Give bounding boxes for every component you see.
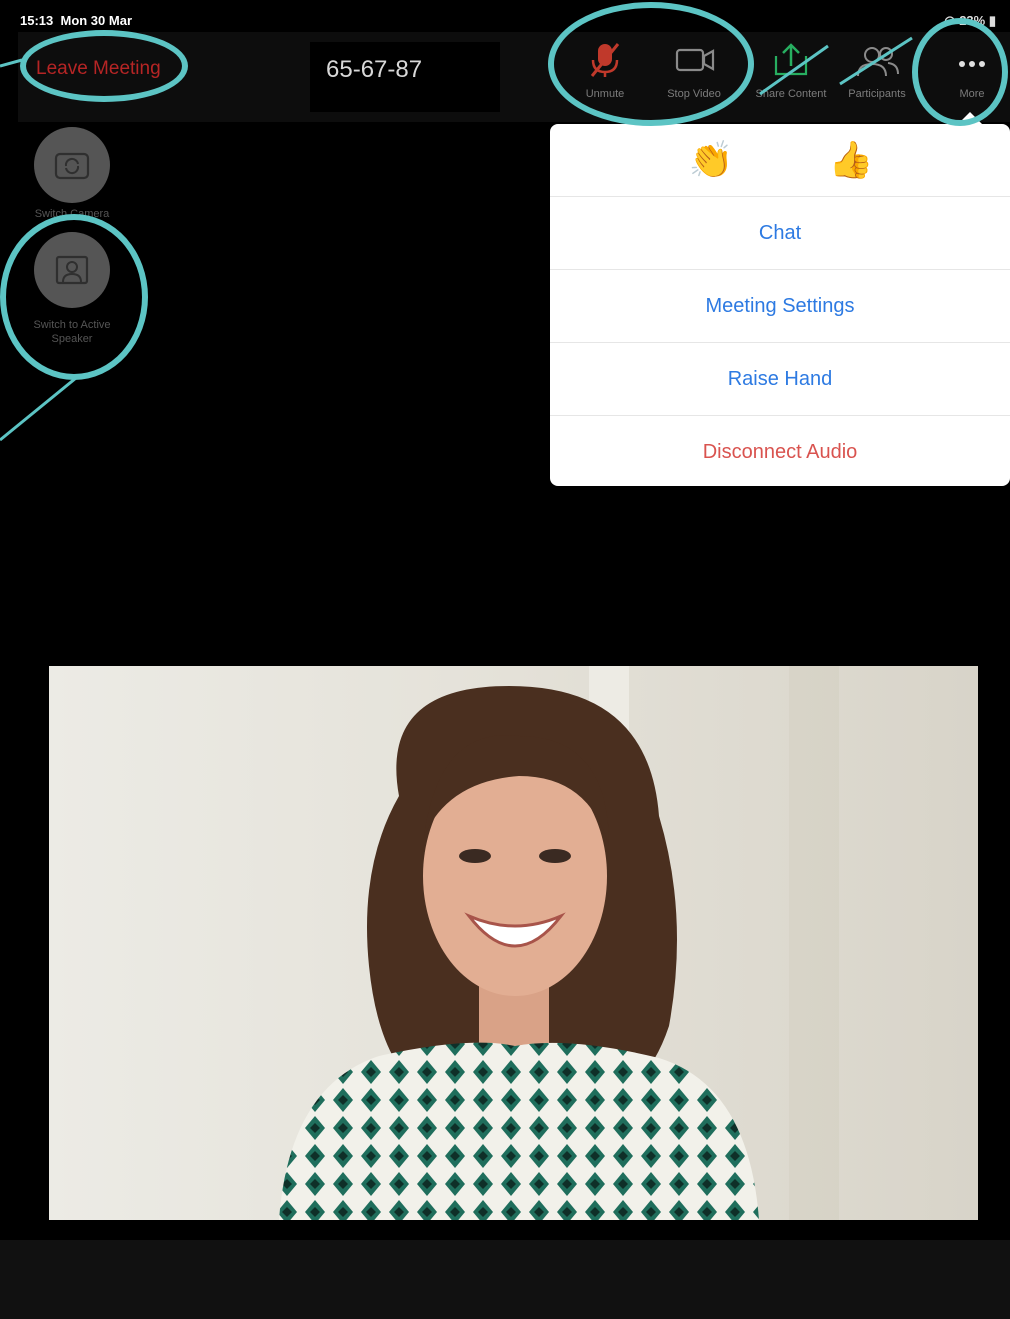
participant-video xyxy=(49,666,978,1220)
switch-camera-label: Switch Camera xyxy=(34,208,110,220)
status-bar: 15:13 Mon 30 Mar ◠ 23% ▮ xyxy=(0,10,1010,32)
more-menu: 👏 👍 Chat Meeting Settings Raise Hand Dis… xyxy=(550,124,1010,486)
leave-meeting-button[interactable]: Leave Meeting xyxy=(36,58,161,80)
participants-icon xyxy=(857,47,899,77)
switch-camera-button[interactable] xyxy=(34,127,110,203)
battery-text: 23% xyxy=(959,13,986,28)
bottom-strip xyxy=(0,1240,1010,1319)
active-speaker-icon xyxy=(55,255,89,285)
clapping-hands-icon[interactable]: 👏 xyxy=(686,136,736,184)
wifi-icon: ◠ xyxy=(944,13,956,28)
thumbs-up-icon[interactable]: 👍 xyxy=(826,136,876,184)
video-camera-icon xyxy=(675,48,715,72)
share-content-button[interactable]: Share Content xyxy=(748,40,834,104)
reactions-row: 👏 👍 xyxy=(550,124,1010,196)
mic-muted-icon xyxy=(590,43,620,77)
menu-pointer xyxy=(958,112,982,124)
menu-item-raise-hand[interactable]: Raise Hand xyxy=(550,342,1010,414)
switch-active-speaker-label: Switch to Active Speaker xyxy=(33,319,111,345)
stop-video-button[interactable]: Stop Video xyxy=(651,40,737,104)
meeting-id-display: 65-67-87 xyxy=(310,42,500,112)
more-dots-icon xyxy=(959,61,985,67)
status-indicators: ◠ 23% ▮ xyxy=(944,13,996,29)
battery-icon: ▮ xyxy=(988,13,996,28)
share-upload-icon xyxy=(774,43,808,76)
participants-button[interactable]: Participants xyxy=(834,40,920,104)
switch-active-speaker-button[interactable] xyxy=(34,232,110,308)
menu-item-disconnect-audio[interactable]: Disconnect Audio xyxy=(550,415,1010,487)
more-label: More xyxy=(959,88,985,100)
participant-photo xyxy=(49,666,978,1220)
stop-video-label: Stop Video xyxy=(667,88,721,100)
time-text: 15:13 xyxy=(20,13,54,28)
participants-label: Participants xyxy=(848,88,906,100)
date-text: Mon 30 Mar xyxy=(60,13,132,28)
more-button[interactable]: More xyxy=(929,40,1010,104)
meeting-id-text: 65-67-87 xyxy=(326,56,423,83)
status-time: 15:13 Mon 30 Mar xyxy=(20,13,132,28)
unmute-button[interactable]: Unmute xyxy=(562,40,648,104)
menu-item-chat[interactable]: Chat xyxy=(550,196,1010,268)
switch-camera-icon xyxy=(54,152,90,180)
menu-item-meeting-settings[interactable]: Meeting Settings xyxy=(550,269,1010,341)
